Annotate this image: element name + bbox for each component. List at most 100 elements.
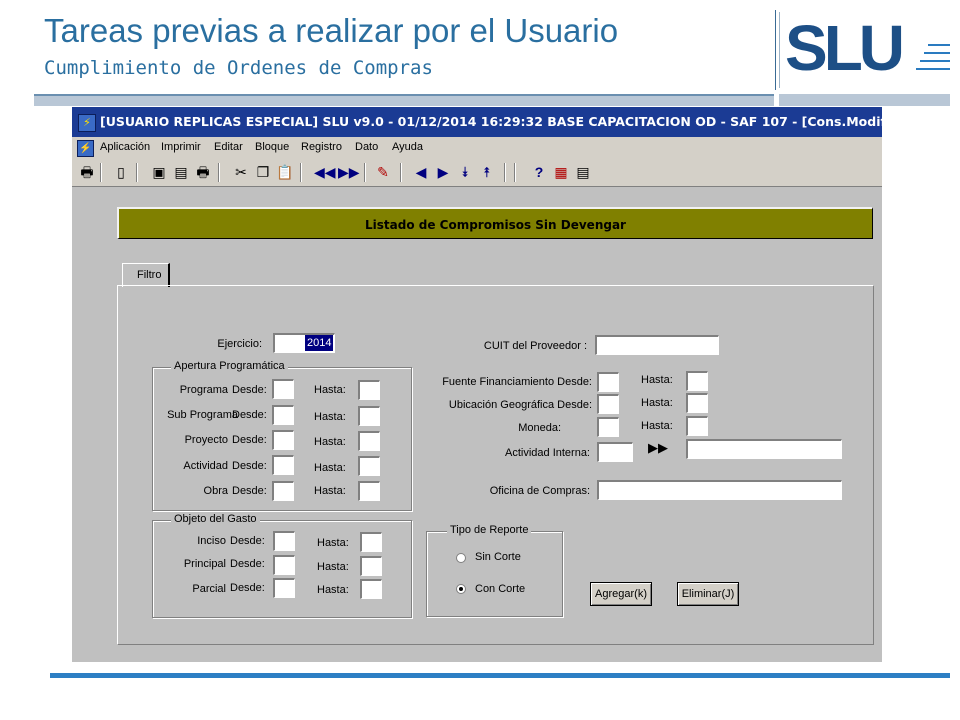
report-icon[interactable]: ▦ bbox=[552, 163, 570, 181]
inciso-hasta-input[interactable] bbox=[360, 532, 382, 552]
sin-corte-label[interactable]: Sin Corte bbox=[475, 551, 521, 563]
programa-hasta-input[interactable] bbox=[358, 380, 380, 400]
edit-icon[interactable]: ✎ bbox=[374, 163, 392, 181]
subprograma-desde-label: Desde: bbox=[232, 409, 267, 421]
parcial-desde-label: Desde: bbox=[230, 582, 265, 594]
print-icon[interactable]: 🖶 bbox=[78, 163, 96, 181]
app-window: ⚡ [USUARIO REPLICAS ESPECIAL] SLU v9.0 -… bbox=[72, 107, 896, 662]
menu-app-icon[interactable]: ⚡ bbox=[77, 140, 94, 157]
ubicacion-hasta-label: Hasta: bbox=[641, 397, 673, 409]
moneda-label: Moneda: bbox=[518, 422, 561, 434]
parcial-hasta-label: Hasta: bbox=[317, 584, 349, 596]
header-divider bbox=[775, 10, 776, 90]
moneda-hasta-input[interactable] bbox=[686, 416, 708, 436]
menu-bar: ⚡ Aplicación Imprimir Editar Bloque Regi… bbox=[72, 137, 882, 159]
footer-bar bbox=[50, 673, 950, 678]
proyecto-hasta-label: Hasta: bbox=[314, 436, 346, 448]
obra-label: Obra bbox=[203, 485, 228, 497]
actividad-desde-input[interactable] bbox=[272, 455, 294, 475]
menu-bloque[interactable]: Bloque bbox=[255, 141, 289, 153]
exit-icon[interactable]: ▯ bbox=[112, 163, 130, 181]
fuente-desde-input[interactable] bbox=[597, 372, 619, 392]
list-icon[interactable]: ▤ bbox=[574, 163, 592, 181]
up-block-icon[interactable]: ⯭ bbox=[478, 163, 496, 181]
programa-desde-input[interactable] bbox=[272, 379, 294, 399]
tipo-reporte-title: Tipo de Reporte bbox=[447, 524, 532, 536]
obra-desde-label: Desde: bbox=[232, 485, 267, 497]
save-icon[interactable]: ▤ bbox=[172, 163, 190, 181]
help-icon[interactable]: ? bbox=[530, 163, 548, 181]
slide-subtitle: Cumplimiento de Ordenes de Compras bbox=[44, 57, 433, 79]
down-block-icon[interactable]: ⯯ bbox=[456, 163, 474, 181]
toolbar: 🖶 ▯ ▣ ▤ 🖶 ✂ ❐ 📋 ◀◀ ▶▶ ✎ ◀ ▶ ⯯ ⯭ ? ▦ ▤ bbox=[72, 159, 882, 187]
first-record-icon[interactable]: ◀◀ bbox=[314, 163, 336, 181]
logo-text: SLU bbox=[785, 12, 905, 84]
ejercicio-label: Ejercicio: bbox=[217, 338, 262, 350]
subprograma-desde-input[interactable] bbox=[272, 405, 294, 425]
app-icon[interactable]: ⚡ bbox=[78, 114, 96, 132]
inciso-desde-input[interactable] bbox=[273, 531, 295, 551]
oficina-label: Oficina de Compras: bbox=[489, 485, 590, 497]
menu-registro[interactable]: Registro bbox=[301, 141, 342, 153]
cut-icon[interactable]: ✂ bbox=[232, 163, 250, 181]
subprograma-hasta-label: Hasta: bbox=[314, 411, 346, 423]
form-banner: Listado de Compromisos Sin Devengar bbox=[117, 207, 873, 239]
slu-logo: SLU bbox=[785, 12, 950, 84]
parcial-desde-input[interactable] bbox=[273, 578, 295, 598]
principal-hasta-label: Hasta: bbox=[317, 561, 349, 573]
radio-sin-corte[interactable] bbox=[456, 553, 466, 563]
obra-desde-input[interactable] bbox=[272, 481, 294, 501]
ubicacion-hasta-input[interactable] bbox=[686, 393, 708, 413]
menu-imprimir[interactable]: Imprimir bbox=[161, 141, 201, 153]
proyecto-desde-input[interactable] bbox=[272, 430, 294, 450]
agregar-button[interactable]: Agregar(k) bbox=[590, 582, 652, 606]
actividad-hasta-input[interactable] bbox=[358, 456, 380, 476]
menu-aplicacion[interactable]: Aplicación bbox=[100, 141, 150, 153]
prev-icon[interactable]: ◀ bbox=[412, 163, 430, 181]
con-corte-label[interactable]: Con Corte bbox=[475, 583, 525, 595]
tab-filtro[interactable]: Filtro bbox=[122, 263, 170, 287]
ejercicio-input[interactable]: 2014 bbox=[273, 333, 335, 353]
fuente-hasta-input[interactable] bbox=[686, 371, 708, 391]
slide-title: Tareas previas a realizar por el Usuario bbox=[44, 12, 619, 49]
copy-icon[interactable]: ❐ bbox=[254, 163, 272, 181]
next-icon[interactable]: ▶ bbox=[434, 163, 452, 181]
header-bar-right bbox=[779, 94, 950, 106]
proyecto-label: Proyecto bbox=[184, 434, 228, 446]
cuit-input[interactable] bbox=[595, 335, 719, 355]
moneda-hasta-label: Hasta: bbox=[641, 420, 673, 432]
principal-desde-input[interactable] bbox=[273, 555, 295, 575]
subprograma-hasta-input[interactable] bbox=[358, 406, 380, 426]
actividad-desde-label: Desde: bbox=[232, 460, 267, 472]
inciso-desde-label: Desde: bbox=[230, 535, 265, 547]
menu-editar[interactable]: Editar bbox=[214, 141, 243, 153]
menu-ayuda[interactable]: Ayuda bbox=[392, 141, 423, 153]
parcial-label: Parcial bbox=[192, 583, 226, 595]
principal-hasta-input[interactable] bbox=[360, 556, 382, 576]
actividad-interna-input[interactable] bbox=[597, 442, 633, 462]
lov-forward-icon[interactable]: ▶▶ bbox=[648, 440, 668, 456]
window-titlebar[interactable]: ⚡ [USUARIO REPLICAS ESPECIAL] SLU v9.0 -… bbox=[72, 107, 896, 137]
eliminar-button[interactable]: Eliminar(J) bbox=[677, 582, 739, 606]
proyecto-hasta-input[interactable] bbox=[358, 431, 380, 451]
inciso-label: Inciso bbox=[197, 535, 226, 547]
parcial-hasta-input[interactable] bbox=[360, 579, 382, 599]
paste-icon[interactable]: 📋 bbox=[276, 163, 294, 181]
moneda-input[interactable] bbox=[597, 417, 619, 437]
ubicacion-desde-input[interactable] bbox=[597, 394, 619, 414]
tipo-reporte-group: Tipo de Reporte bbox=[426, 524, 563, 617]
radio-con-corte[interactable] bbox=[456, 584, 466, 594]
header-bar-left bbox=[34, 94, 774, 106]
principal-desde-label: Desde: bbox=[230, 558, 265, 570]
programa-hasta-label: Hasta: bbox=[314, 384, 346, 396]
actividad-interna-desc-input[interactable] bbox=[686, 439, 842, 459]
obra-hasta-input[interactable] bbox=[358, 481, 380, 501]
principal-label: Principal bbox=[183, 558, 226, 570]
fuente-hasta-label: Hasta: bbox=[641, 374, 673, 386]
menu-dato[interactable]: Dato bbox=[355, 141, 378, 153]
last-record-icon[interactable]: ▶▶ bbox=[338, 163, 360, 181]
print-preview-icon[interactable]: 🖶 bbox=[194, 163, 212, 181]
oficina-input[interactable] bbox=[597, 480, 842, 500]
window-icon[interactable]: ▣ bbox=[150, 163, 168, 181]
actividad-label: Actividad bbox=[183, 460, 228, 472]
